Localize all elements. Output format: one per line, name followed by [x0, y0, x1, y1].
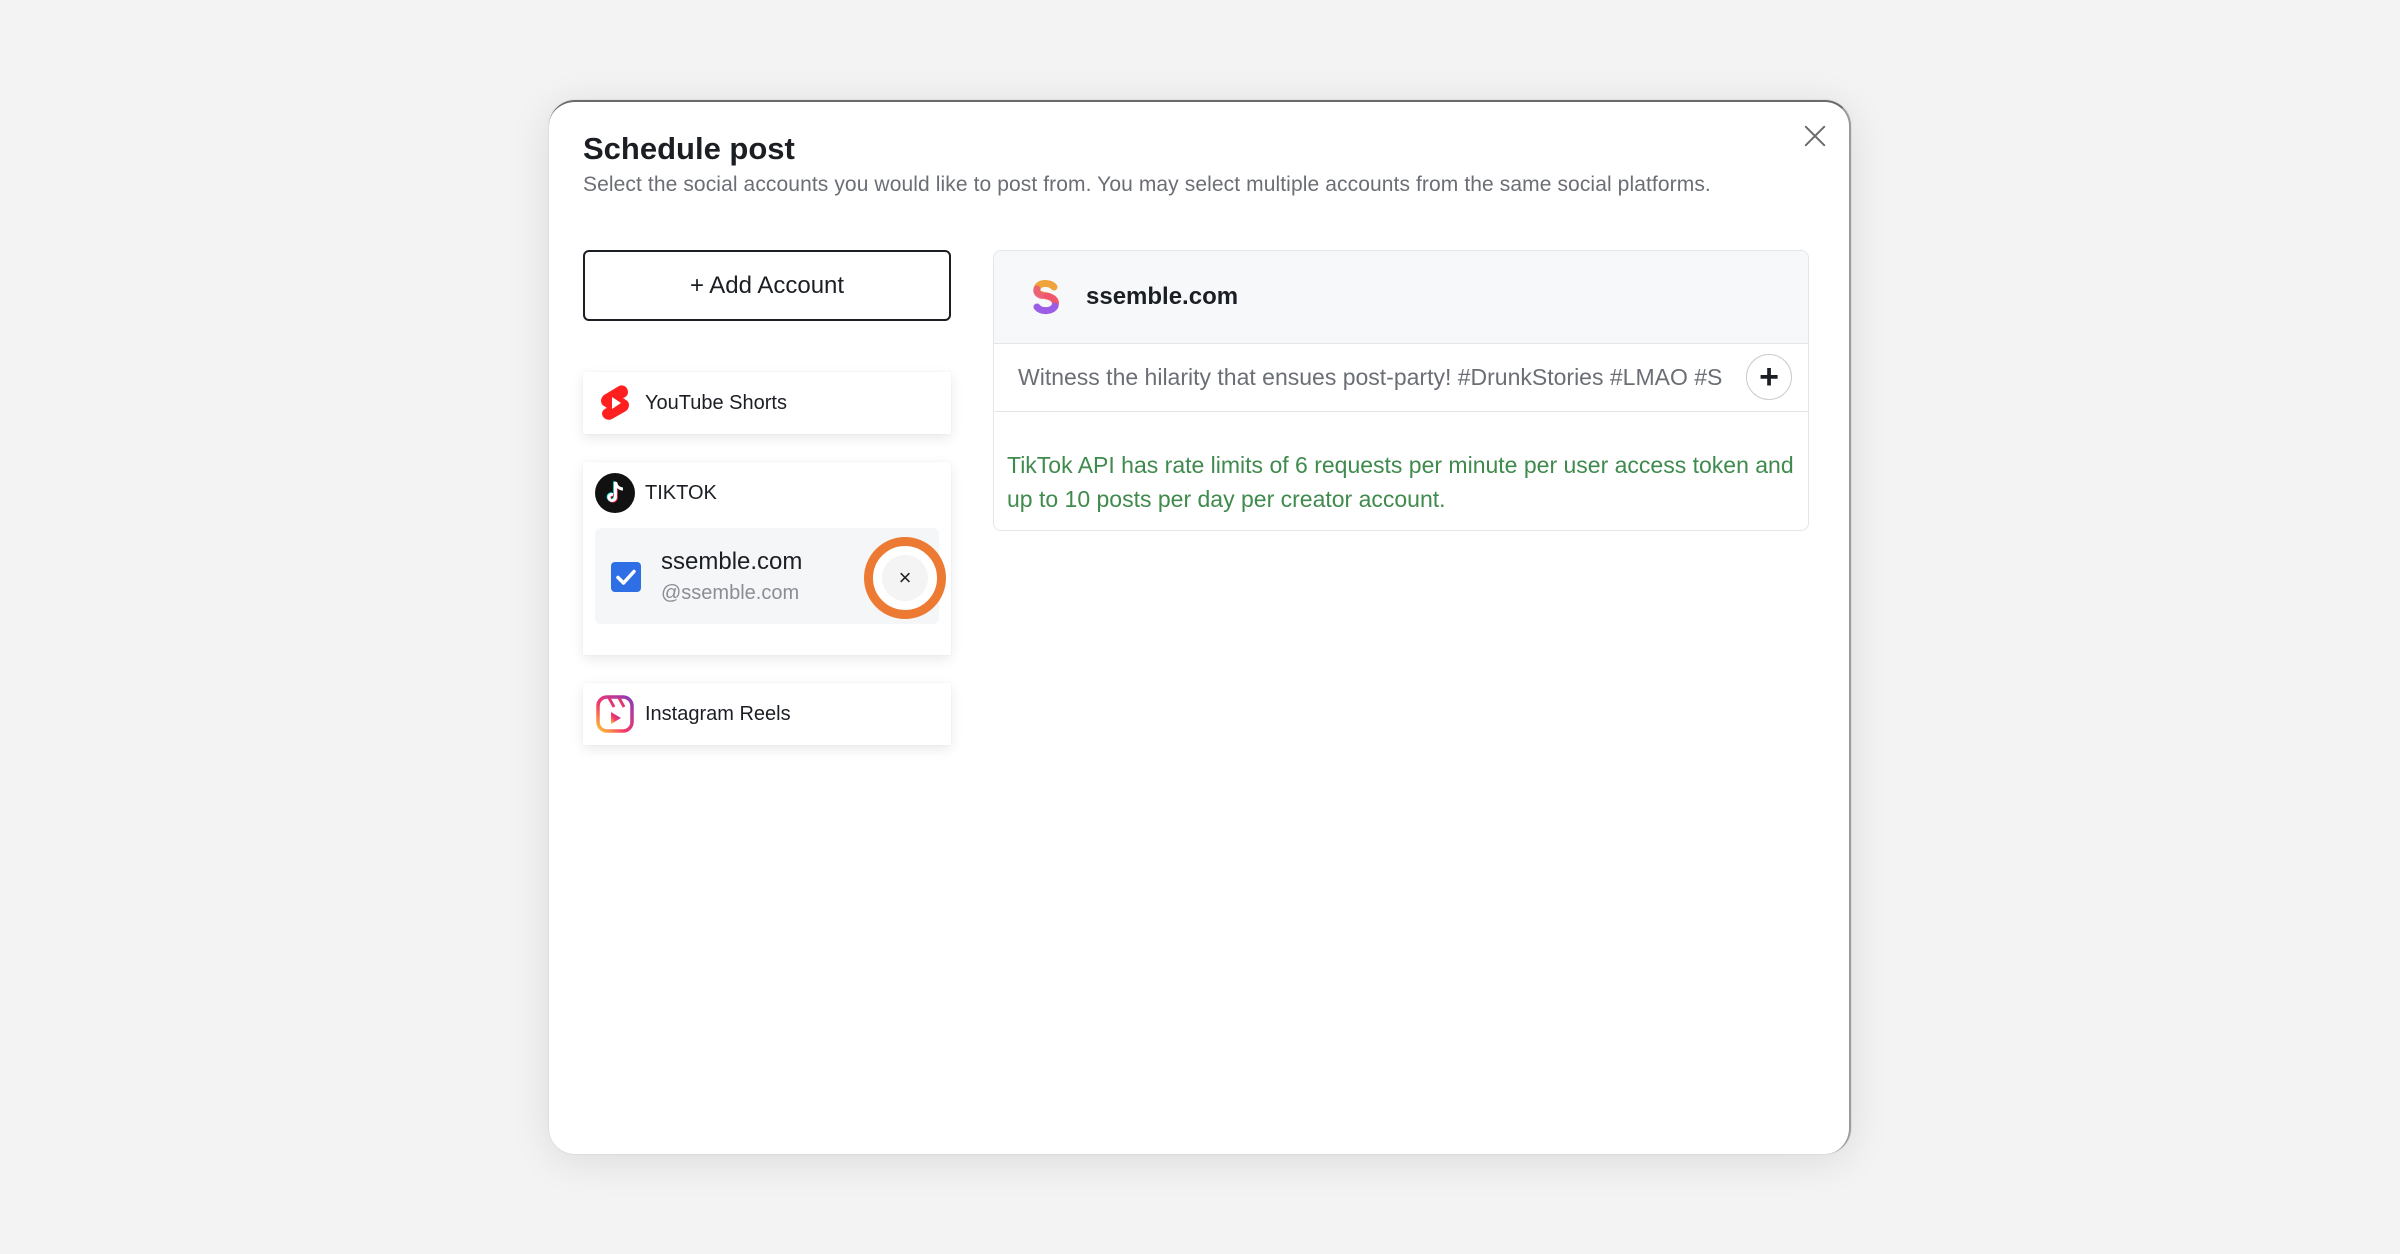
tiktok-icon: [595, 473, 635, 513]
account-checkbox[interactable]: [611, 562, 641, 592]
platform-card-youtube-shorts: YouTube Shorts: [583, 372, 951, 434]
platform-card-instagram-reels: Instagram Reels: [583, 683, 951, 745]
platform-header-tiktok[interactable]: TIKTOK: [583, 462, 951, 524]
close-icon[interactable]: [1795, 118, 1835, 158]
platform-label-tiktok: TIKTOK: [645, 481, 717, 504]
platform-label-youtube-shorts: YouTube Shorts: [645, 391, 787, 414]
editor-account-header: ssemble.com: [994, 251, 1808, 344]
add-hashtag-button[interactable]: +: [1746, 354, 1792, 400]
account-handle: @ssemble.com: [661, 582, 800, 604]
rate-limit-notice: TikTok API has rate limits of 6 requests…: [1007, 452, 1794, 512]
youtube-shorts-icon: [595, 383, 635, 423]
dialog-title: Schedule post: [583, 131, 795, 166]
checkmark-icon: [616, 569, 636, 585]
ssemble-logo-icon: [1028, 279, 1064, 315]
platform-label-instagram-reels: Instagram Reels: [645, 702, 791, 725]
platform-header-youtube-shorts[interactable]: YouTube Shorts: [583, 372, 951, 434]
caption-input[interactable]: Witness the hilarity that ensues post-pa…: [994, 344, 1808, 412]
platform-header-instagram-reels[interactable]: Instagram Reels: [583, 683, 951, 745]
caption-text[interactable]: Witness the hilarity that ensues post-pa…: [1018, 364, 1750, 391]
dialog-subtitle: Select the social accounts you would lik…: [583, 173, 1711, 196]
instagram-reels-icon: [595, 694, 635, 734]
editor-account-name: ssemble.com: [1086, 283, 1239, 310]
remove-account-button[interactable]: ×: [882, 555, 928, 601]
post-editor-panel: ssemble.com Witness the hilarity that en…: [993, 250, 1809, 531]
remove-account-highlight: ×: [864, 537, 946, 619]
account-name: ssemble.com: [661, 548, 803, 575]
add-account-button[interactable]: + Add Account: [583, 250, 951, 321]
